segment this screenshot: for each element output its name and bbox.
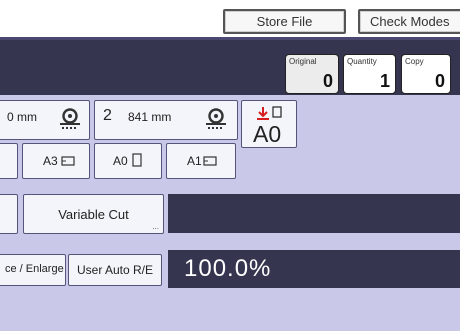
roll-2-icon <box>206 108 226 129</box>
check-modes-button[interactable]: Check Modes <box>358 9 460 34</box>
paper-size-a0-label: A0 <box>113 154 128 168</box>
variable-cut-label: Variable Cut <box>58 207 129 222</box>
paper-roll-1-button[interactable]: 0 mm <box>0 100 90 140</box>
landscape-paper-icon <box>203 156 217 166</box>
roll-2-width: 841 mm <box>128 110 172 124</box>
copy-counter: Copy 0 <box>401 54 451 94</box>
roll-1-icon <box>60 108 80 129</box>
original-counter: Original 0 <box>285 54 339 94</box>
portrait-paper-icon <box>132 153 142 167</box>
store-file-label: Store File <box>256 14 313 29</box>
ratio-display-bar: 100.0% <box>168 250 460 288</box>
original-feed-icon <box>257 106 282 120</box>
store-file-button[interactable]: Store File <box>223 9 346 34</box>
paper-roll-2-button[interactable]: 2 841 mm <box>94 100 238 140</box>
copy-value: 0 <box>434 71 445 91</box>
original-size-button[interactable]: A0 <box>241 100 297 148</box>
quantity-label: Quantity <box>347 57 377 66</box>
roll-1-width: 0 mm <box>7 110 37 124</box>
landscape-paper-icon <box>61 156 75 166</box>
roll-2-number: 2 <box>103 107 112 124</box>
quantity-counter[interactable]: Quantity 1 <box>343 54 396 94</box>
more-options-icon: ... <box>152 222 159 231</box>
paper-size-a3-label: A3 <box>43 154 58 168</box>
ratio-value: 100.0% <box>184 255 272 282</box>
cut-partial-button[interactable] <box>0 194 18 234</box>
copy-label: Copy <box>405 57 424 66</box>
original-label: Original <box>289 57 317 66</box>
paper-size-a1-label: A1 <box>187 154 202 168</box>
reduce-enlarge-button[interactable]: ce / Enlarge <box>0 254 66 286</box>
paper-size-a1-button[interactable]: A1 <box>166 143 236 179</box>
cut-display-bar <box>168 194 460 233</box>
check-modes-label: Check Modes <box>370 14 450 29</box>
variable-cut-button[interactable]: Variable Cut ... <box>23 194 164 234</box>
reduce-enlarge-label: ce / Enlarge <box>5 263 64 275</box>
original-size-value: A0 <box>253 121 282 147</box>
paper-size-a0-button[interactable]: A0 <box>94 143 162 179</box>
user-auto-re-label: User Auto R/E <box>76 263 154 277</box>
user-auto-re-button[interactable]: User Auto R/E <box>68 254 162 286</box>
paper-size-a3-button[interactable]: A3 <box>22 143 90 179</box>
copier-screen: Store File Check Modes Original 0 Quanti… <box>0 0 460 331</box>
quantity-value: 1 <box>379 71 390 91</box>
paper-size-partial-button[interactable] <box>0 143 18 179</box>
original-value: 0 <box>322 71 333 91</box>
